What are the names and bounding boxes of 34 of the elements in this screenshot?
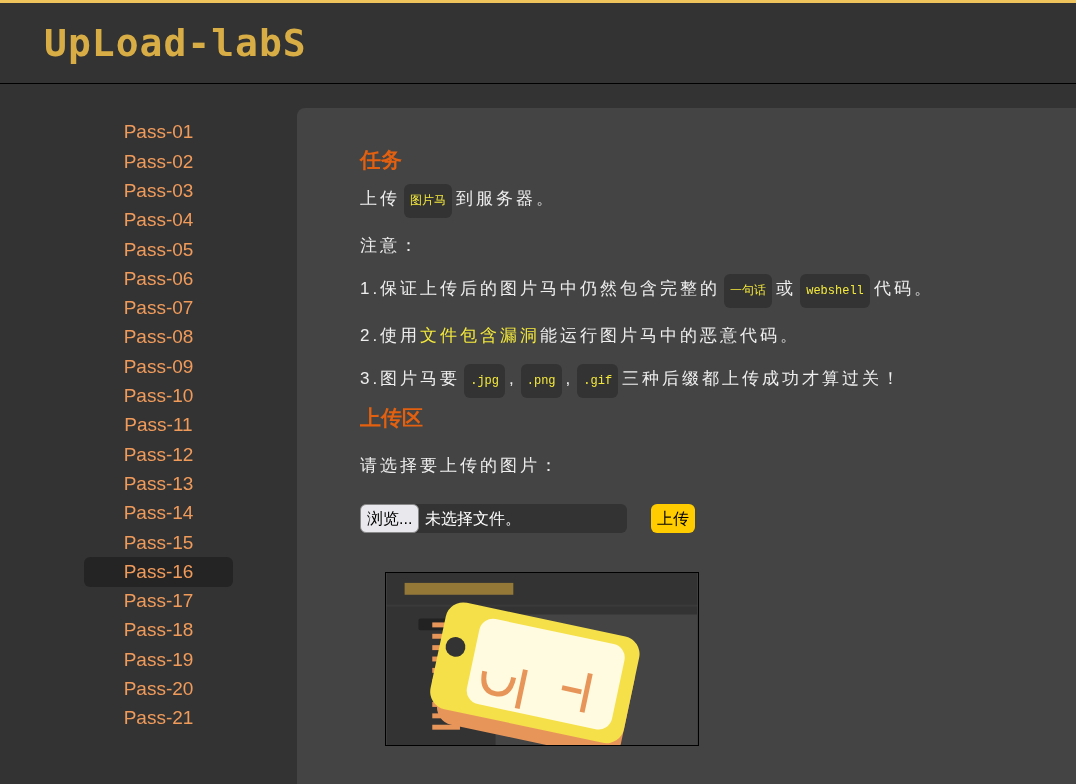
sidebar-item[interactable]: Pass-06 (84, 264, 233, 294)
section-heading: 上传区 (360, 405, 424, 431)
sidebar-item[interactable]: Pass-14 (84, 498, 233, 529)
sidebar-item[interactable]: Pass-13 (84, 469, 233, 499)
sidebar-item[interactable]: Pass-18 (84, 616, 233, 646)
logo: UpLoad-labS (44, 19, 307, 67)
sidebar-item[interactable]: Pass-03 (84, 176, 233, 206)
sidebar-item[interactable]: Pass-17 (84, 586, 233, 617)
sidebar-item[interactable]: Pass-21 (84, 703, 233, 734)
file-input[interactable]: 浏览... 未选择文件。 (360, 504, 627, 533)
sidebar-item[interactable]: Pass-09 (84, 352, 233, 382)
section-heading: 任务 (360, 147, 403, 173)
sidebar-item[interactable]: Pass-11 (84, 410, 233, 441)
task-text: 注意： (360, 235, 421, 257)
task-text: 上传 图片马 到服务器。 (360, 184, 1076, 218)
browse-button[interactable]: 浏览... (360, 504, 420, 533)
sidebar-item[interactable]: Pass-01 (84, 118, 233, 148)
sidebar-item[interactable]: Pass-05 (84, 235, 233, 265)
task-text: 1.保证上传后的图片马中仍然包含完整的 一句话 或 webshell 代码。 (360, 274, 1076, 308)
sidebar-item[interactable]: Pass-15 (84, 528, 233, 558)
task-text: 2.使用 文件包含漏洞 能运行图片马中的恶意代码。 (360, 325, 802, 347)
sidebar-item[interactable]: Pass-19 (84, 645, 233, 675)
upload-prompt: 请选择要上传的图片： (360, 455, 561, 477)
task-text: 3.图片马要 .jpg , .png , .gif 三种后缀都上传成功才算过关！ (360, 364, 1076, 398)
sidebar-item[interactable]: Pass-10 (84, 381, 233, 411)
sidebar-item[interactable]: Pass-04 (84, 205, 233, 236)
file-status: 未选择文件。 (425, 508, 522, 529)
sidebar-item[interactable]: Pass-16 (84, 557, 233, 587)
sidebar-item[interactable]: Pass-20 (84, 674, 233, 704)
sidebar-item[interactable]: Pass-12 (84, 440, 233, 470)
upload-button[interactable]: 上传 (651, 504, 695, 533)
sidebar-item[interactable]: Pass-07 (84, 293, 233, 324)
sidebar-item[interactable]: Pass-02 (84, 147, 233, 177)
sidebar-item[interactable]: Pass-08 (84, 323, 233, 353)
